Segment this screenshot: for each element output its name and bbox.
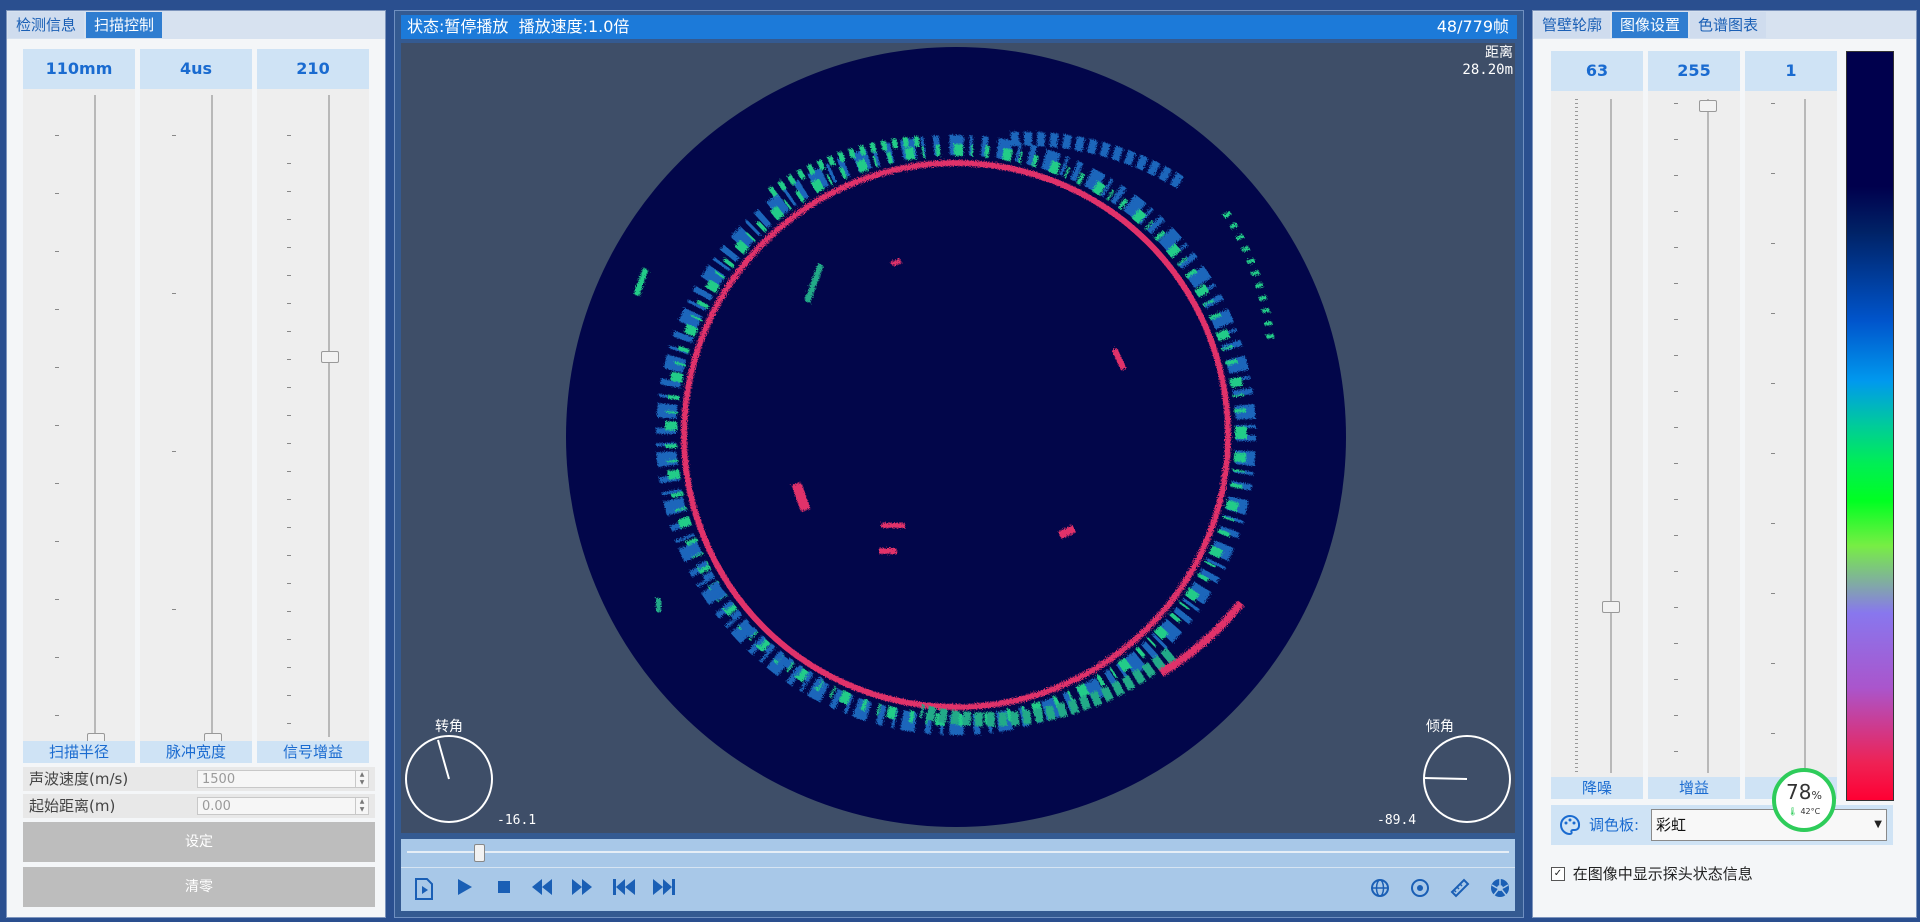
sound-speed-row: 声波速度(m/s) 1500 ▲ ▼ [23, 767, 375, 791]
distance-label: 距离 [1485, 45, 1513, 61]
slider-thumb[interactable] [1602, 601, 1620, 613]
denoise-label: 降噪 [1551, 777, 1643, 799]
ruler-icon[interactable] [1447, 877, 1473, 903]
distance-readout: 距离 28.20m [1462, 45, 1513, 79]
set-button[interactable]: 设定 [23, 822, 375, 862]
checkbox[interactable]: ✓ [1551, 866, 1565, 881]
color-slider[interactable]: 1 [1745, 51, 1837, 799]
frame-counter: 48/779帧 [1436, 17, 1509, 36]
start-distance-label: 起始距离(m) [29, 797, 116, 815]
open-file-icon[interactable] [411, 877, 437, 903]
badge-temp: 42°C [1800, 807, 1821, 816]
right-panel: 管壁轮廓 图像设置 色谱图表 63 降噪 255 增益 1 调色板: 彩虹 ▼ [1532, 10, 1917, 918]
tab-color-chart[interactable]: 色谱图表 [1690, 12, 1767, 38]
fast-forward-icon[interactable] [569, 877, 595, 903]
badge-unit: % [1811, 789, 1822, 802]
signal-gain-slider[interactable]: 210 信号增益 [257, 49, 369, 763]
slider-track[interactable] [1707, 99, 1709, 773]
scan-radius-slider[interactable]: 110mm 扫描半径 [23, 49, 135, 763]
globe-icon[interactable] [1367, 877, 1393, 903]
pulse-width-label: 脉冲宽度 [140, 741, 252, 763]
skip-end-icon[interactable] [651, 877, 677, 903]
slider-track[interactable] [1610, 99, 1612, 773]
slider-thumb[interactable] [1699, 100, 1717, 112]
rotation-gauge-icon [405, 735, 493, 823]
camera-shutter-icon[interactable] [1487, 877, 1513, 903]
color-scale-bar [1846, 51, 1894, 801]
chevron-down-icon: ▼ [1874, 819, 1882, 830]
pulse-width-slider[interactable]: 4us 脉冲宽度 [140, 49, 252, 763]
sound-speed-label: 声波速度(m/s) [29, 770, 129, 788]
scan-radius-value: 110mm [23, 49, 135, 89]
play-status: 状态:暂停播放 [407, 17, 509, 36]
denoise-value: 63 [1551, 51, 1643, 91]
badge-percent: 78 [1786, 780, 1812, 804]
distance-value: 28.20m [1462, 62, 1513, 78]
play-icon[interactable] [451, 877, 477, 903]
show-status-option[interactable]: ✓ 在图像中显示探头状态信息 [1551, 863, 1753, 883]
sonar-view[interactable]: 距离 28.20m 转角 -16.1 倾角 -89.4 [401, 43, 1515, 833]
slider-track[interactable] [1804, 99, 1806, 773]
sound-speed-field[interactable]: 1500 ▲ ▼ [197, 770, 369, 788]
palette-value: 彩虹 [1656, 816, 1687, 834]
status-bar: 状态:暂停播放 播放速度:1.0倍 48/779帧 [401, 15, 1517, 39]
start-distance-field[interactable]: 0.00 ▲ ▼ [197, 797, 369, 815]
right-tabs: 管壁轮廓 图像设置 色谱图表 [1533, 11, 1916, 39]
left-panel: 检测信息 扫描控制 110mm 扫描半径 4us 脉冲宽度 210 信号增益 声… [6, 10, 386, 918]
signal-gain-value: 210 [257, 49, 369, 89]
thermometer-icon: 🌡 [1787, 807, 1798, 816]
status-badge: 78% 🌡 42°C [1772, 768, 1836, 832]
checkbox-label: 在图像中显示探头状态信息 [1572, 865, 1753, 883]
skip-start-icon[interactable] [611, 877, 637, 903]
stop-icon[interactable] [491, 877, 517, 903]
sonar-image [566, 47, 1346, 827]
rotation-label: 转角 [435, 719, 463, 735]
slider-thumb[interactable] [321, 351, 339, 363]
tab-scan-control[interactable]: 扫描控制 [86, 12, 163, 38]
slider-track[interactable] [211, 95, 213, 737]
target-icon[interactable] [1407, 877, 1433, 903]
clear-button[interactable]: 清零 [23, 867, 375, 907]
center-panel: 状态:暂停播放 播放速度:1.0倍 48/779帧 距离 28.20m 转角 -… [394, 10, 1524, 918]
status-line: 状态:暂停播放 播放速度:1.0倍 [407, 15, 629, 39]
tab-detection-info[interactable]: 检测信息 [8, 12, 85, 38]
palette-icon [1560, 814, 1581, 836]
left-tabs: 检测信息 扫描控制 [7, 11, 385, 39]
slider-track[interactable] [94, 95, 96, 737]
scan-radius-label: 扫描半径 [23, 741, 135, 763]
rewind-icon[interactable] [529, 877, 555, 903]
palette-select[interactable]: 彩虹 ▼ [1651, 809, 1887, 841]
tab-wall-profile[interactable]: 管壁轮廓 [1534, 12, 1611, 38]
rotation-value: -16.1 [497, 813, 537, 828]
gain-slider[interactable]: 255 增益 [1648, 51, 1740, 799]
palette-row: 调色板: 彩虹 ▼ [1551, 805, 1893, 845]
tilt-label: 倾角 [1426, 719, 1454, 735]
start-distance-row: 起始距离(m) 0.00 ▲ ▼ [23, 794, 375, 818]
denoise-slider[interactable]: 63 降噪 [1551, 51, 1643, 799]
palette-label: 调色板: [1589, 816, 1640, 834]
signal-gain-label: 信号增益 [257, 741, 369, 763]
tilt-gauge-icon [1423, 735, 1511, 823]
pulse-width-value: 4us [140, 49, 252, 89]
progress-thumb[interactable] [473, 844, 485, 862]
color-slider-value: 1 [1745, 51, 1837, 91]
gain-label: 增益 [1648, 777, 1740, 799]
progress-track[interactable] [407, 851, 1509, 853]
spin-arrows-icon[interactable]: ▲ ▼ [355, 771, 368, 787]
tilt-value: -89.4 [1377, 813, 1417, 828]
tab-image-settings[interactable]: 图像设置 [1612, 12, 1689, 38]
gain-value: 255 [1648, 51, 1740, 91]
playback-bar [401, 839, 1515, 911]
spin-arrows-icon[interactable]: ▲ ▼ [355, 798, 368, 814]
play-speed: 播放速度:1.0倍 [518, 17, 630, 36]
slider-track[interactable] [328, 95, 330, 737]
